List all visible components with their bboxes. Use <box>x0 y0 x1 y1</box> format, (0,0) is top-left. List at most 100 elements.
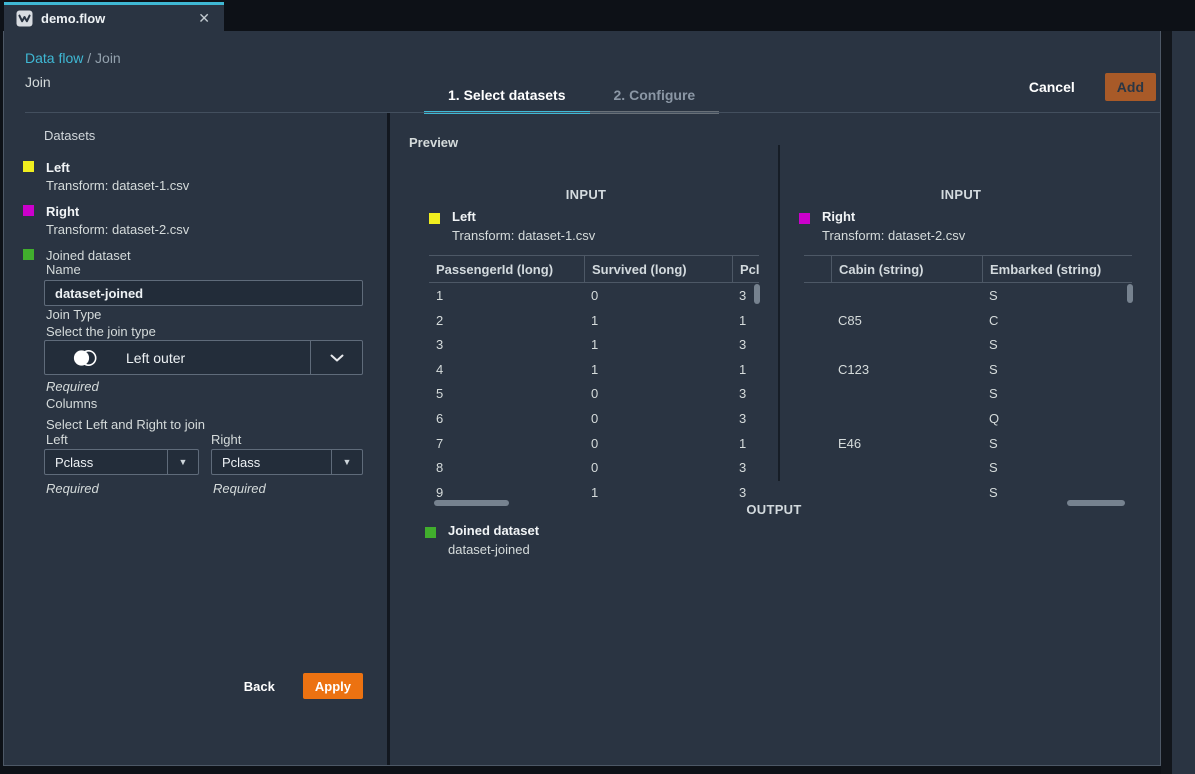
triangle-down-icon: ▼ <box>331 450 362 474</box>
table-cell <box>804 480 831 505</box>
table-cell: S <box>982 357 1132 382</box>
table-cell: 1 <box>732 431 759 456</box>
right-input-desc: Transform: dataset-2.csv <box>822 228 965 243</box>
cancel-button[interactable]: Cancel <box>1023 78 1081 96</box>
table-body: 103211313411503603701803913 <box>429 283 759 504</box>
join-type-value: Left outer <box>126 350 185 366</box>
right-dataset-desc: Transform: dataset-2.csv <box>46 222 189 237</box>
table-cell <box>804 406 831 431</box>
right-dataset-color-swatch <box>23 205 34 216</box>
table-cell <box>831 283 982 308</box>
table-row: S <box>804 381 1132 406</box>
columns-hint: Select Left and Right to join <box>46 417 205 432</box>
table-cell: 1 <box>584 357 732 382</box>
table-cell: Q <box>982 406 1132 431</box>
table-cell: C85 <box>831 308 982 333</box>
table-cell <box>804 381 831 406</box>
table-cell <box>804 332 831 357</box>
table-cell <box>804 283 831 308</box>
table-body: SC85CSC123SSQE46SSS <box>804 283 1132 504</box>
left-column-value: Pclass <box>45 455 167 470</box>
tab-configure[interactable]: 2. Configure <box>590 87 720 114</box>
tab-title: demo.flow <box>41 11 188 26</box>
right-input-table-wrap: Cabin (string)Embarked (string)SC85CSC12… <box>804 255 1132 504</box>
table-cell: 0 <box>584 283 732 308</box>
table-cell <box>831 406 982 431</box>
join-type-select[interactable]: Left outer <box>44 340 363 375</box>
join-type-hint: Select the join type <box>46 324 156 339</box>
left-input-color-swatch <box>429 213 440 224</box>
left-column-select[interactable]: Pclass ▼ <box>44 449 199 475</box>
column-header: Cabin (string) <box>831 256 982 282</box>
left-dataset-desc: Transform: dataset-1.csv <box>46 178 189 193</box>
vertical-scrollbar-thumb[interactable] <box>1127 284 1133 303</box>
table-cell: C123 <box>831 357 982 382</box>
table-header-row: PassengerId (long)Survived (long)Pclass … <box>429 255 759 283</box>
add-button[interactable]: Add <box>1105 73 1156 101</box>
left-input-desc: Transform: dataset-1.csv <box>452 228 595 243</box>
right-input-section: INPUT Right Transform: dataset-2.csv Cab… <box>784 184 1138 514</box>
left-dataset-color-swatch <box>23 161 34 172</box>
breadcrumb-data-flow-link[interactable]: Data flow <box>25 50 83 66</box>
right-input-label: Right <box>822 209 965 224</box>
table-cell: 0 <box>584 381 732 406</box>
input-heading-right: INPUT <box>784 187 1138 202</box>
column-header: PassengerId (long) <box>429 256 584 282</box>
output-value: dataset-joined <box>448 542 539 557</box>
output-label: Joined dataset <box>448 523 539 538</box>
table-row: C85C <box>804 308 1132 333</box>
right-input-legend: Right Transform: dataset-2.csv <box>799 209 965 243</box>
panel-divider <box>387 113 390 765</box>
window-tab-bar: demo.flow ✕ <box>0 0 1195 31</box>
right-dataset-label: Right <box>46 204 79 219</box>
table-cell: 2 <box>429 308 584 333</box>
table-cell: 7 <box>429 431 584 456</box>
close-icon[interactable]: ✕ <box>196 10 212 27</box>
table-cell: 1 <box>584 480 732 505</box>
output-color-swatch <box>425 527 436 538</box>
file-tab-demo-flow[interactable]: demo.flow ✕ <box>4 2 224 31</box>
table-header-row: Cabin (string)Embarked (string) <box>804 255 1132 283</box>
table-row: 503 <box>429 381 759 406</box>
table-cell: S <box>982 283 1132 308</box>
triangle-down-icon: ▼ <box>167 450 198 474</box>
table-cell: 0 <box>584 431 732 456</box>
tab-select-datasets[interactable]: 1. Select datasets <box>424 87 590 114</box>
right-input-color-swatch <box>799 213 810 224</box>
table-cell: C <box>982 308 1132 333</box>
right-column-select[interactable]: Pclass ▼ <box>211 449 363 475</box>
page-title: Join <box>25 74 51 90</box>
columns-label: Columns <box>46 396 97 411</box>
table-cell: 3 <box>732 455 759 480</box>
column-header: Pclass (long) <box>732 256 759 282</box>
table-row: 411 <box>429 357 759 382</box>
right-input-table[interactable]: Cabin (string)Embarked (string)SC85CSC12… <box>804 255 1132 504</box>
table-row: Q <box>804 406 1132 431</box>
left-input-legend: Left Transform: dataset-1.csv <box>429 209 595 243</box>
table-cell: 1 <box>584 332 732 357</box>
breadcrumb: Data flow / Join <box>25 50 121 66</box>
joined-dataset-name-input[interactable] <box>44 280 363 306</box>
back-button[interactable]: Back <box>238 678 281 695</box>
table-row: 103 <box>429 283 759 308</box>
chevron-down-icon[interactable] <box>310 341 362 374</box>
table-row: 603 <box>429 406 759 431</box>
table-cell: 3 <box>732 406 759 431</box>
table-cell: S <box>982 431 1132 456</box>
left-input-label: Left <box>452 209 595 224</box>
table-cell: E46 <box>831 431 982 456</box>
left-input-table[interactable]: PassengerId (long)Survived (long)Pclass … <box>429 255 759 504</box>
table-row: S <box>804 283 1132 308</box>
table-cell: 3 <box>732 381 759 406</box>
output-heading: OUTPUT <box>390 502 1158 517</box>
table-cell <box>804 308 831 333</box>
name-field-label: Name <box>46 262 81 277</box>
table-cell <box>831 455 982 480</box>
required-label-join-type: Required <box>46 379 99 394</box>
apply-button[interactable]: Apply <box>303 673 363 699</box>
table-row: 803 <box>429 455 759 480</box>
table-row: C123S <box>804 357 1132 382</box>
left-outer-venn-icon <box>71 348 101 368</box>
vertical-scrollbar-thumb[interactable] <box>754 284 760 304</box>
input-heading-left: INPUT <box>409 187 763 202</box>
